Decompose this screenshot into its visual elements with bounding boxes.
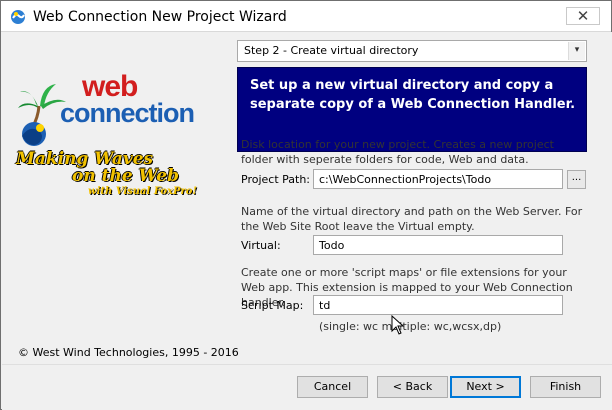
script-map-hint: (single: wc multiple: wc,wcsx,dp) — [319, 320, 502, 333]
tagline-line-3: with Visual FoxPro! — [88, 186, 197, 197]
cancel-button[interactable]: Cancel — [297, 376, 368, 398]
project-path-label: Project Path: — [241, 173, 311, 186]
script-map-label: Script Map: — [241, 299, 304, 312]
finish-button[interactable]: Finish — [530, 376, 601, 398]
chevron-down-icon[interactable]: ▾ — [568, 42, 585, 60]
mouse-cursor-icon — [391, 315, 405, 335]
back-button[interactable]: < Back — [377, 376, 448, 398]
next-button[interactable]: Next > — [450, 376, 521, 398]
close-button[interactable]: ✕ — [566, 7, 600, 25]
browse-button[interactable]: ... — [567, 170, 586, 189]
logo-text: web connection — [60, 70, 210, 130]
virtual-description: Name of the virtual directory and path o… — [241, 205, 583, 233]
step-dropdown-value: Step 2 - Create virtual directory — [244, 44, 419, 57]
script-map-input[interactable]: td — [313, 295, 563, 315]
tagline-line-2: on the Web — [72, 166, 179, 186]
title-bar: Web Connection New Project Wizard ✕ — [1, 1, 611, 32]
wizard-content: web connection Making Waves on the Web w… — [2, 32, 612, 364]
wizard-window: Web Connection New Project Wizard ✕ web … — [0, 0, 612, 410]
button-bar: Cancel < Back Next > Finish — [2, 364, 612, 410]
virtual-label: Virtual: — [241, 239, 281, 252]
logo-word-connection: connection — [60, 98, 195, 128]
close-icon: ✕ — [576, 7, 590, 25]
window-title: Web Connection New Project Wizard — [33, 9, 287, 25]
app-icon — [11, 10, 25, 24]
project-path-input[interactable]: c:\WebConnectionProjects\Todo — [313, 169, 563, 189]
copyright-text: © West Wind Technologies, 1995 - 2016 — [18, 346, 239, 359]
making-waves-tagline: Making Waves on the Web with Visual FoxP… — [16, 149, 226, 219]
project-path-description: Disk location for your new project. Crea… — [241, 138, 554, 166]
step-dropdown[interactable]: Step 2 - Create virtual directory ▾ — [237, 40, 587, 62]
virtual-input[interactable]: Todo — [313, 235, 563, 255]
